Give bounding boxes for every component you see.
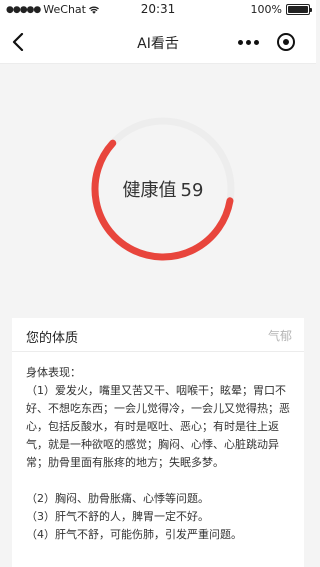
card-body: 身体表现： （1）爱发火，嘴里又苦又干、咽喉干；眩晕；胃口不好、不想吃东西；一会…	[12, 352, 304, 544]
close-button[interactable]	[268, 28, 304, 56]
nav-bar: AI看舌	[0, 20, 316, 64]
more-dot-icon	[253, 39, 259, 45]
constitution-card: 您的体质 气郁 身体表现： （1）爱发火，嘴里又苦又干、咽喉干；眩晕；胃口不好、…	[12, 318, 304, 567]
symptom-item: （3）肝气不舒的人，脾胃一定不好。	[26, 510, 209, 523]
health-gauge: 健康值 59	[0, 64, 316, 318]
more-dot-icon	[245, 39, 251, 45]
card-title: 您的体质	[26, 331, 79, 346]
health-score-label: 健康值	[122, 180, 177, 201]
battery-icon	[286, 4, 312, 15]
constitution-type-badge: 气郁	[267, 329, 292, 343]
status-right: 100%	[250, 3, 312, 16]
symptoms-paragraph: （1）爱发火，嘴里又苦又干、咽喉干；眩晕；胃口不好、不想吃东西；一会儿觉得冷，一…	[26, 384, 290, 469]
battery-percent: 100%	[250, 3, 282, 16]
more-dot-icon	[237, 39, 243, 45]
symptom-item: （4）肝气不舒，可能伤肺，引发严重问题。	[26, 528, 242, 541]
status-bar: ●●●●● WeChat 20:31 100%	[0, 0, 316, 20]
health-score-value: 59	[180, 180, 204, 201]
symptoms-heading: 身体表现：	[26, 366, 81, 379]
target-icon	[277, 33, 295, 51]
mini-program-capsule	[228, 28, 306, 56]
more-button[interactable]	[228, 28, 268, 56]
symptom-item: （2）胸闷、肋骨胀痛、心悸等问题。	[26, 492, 209, 505]
health-score: 健康值 59	[88, 176, 238, 202]
card-header: 您的体质 气郁	[12, 318, 304, 352]
